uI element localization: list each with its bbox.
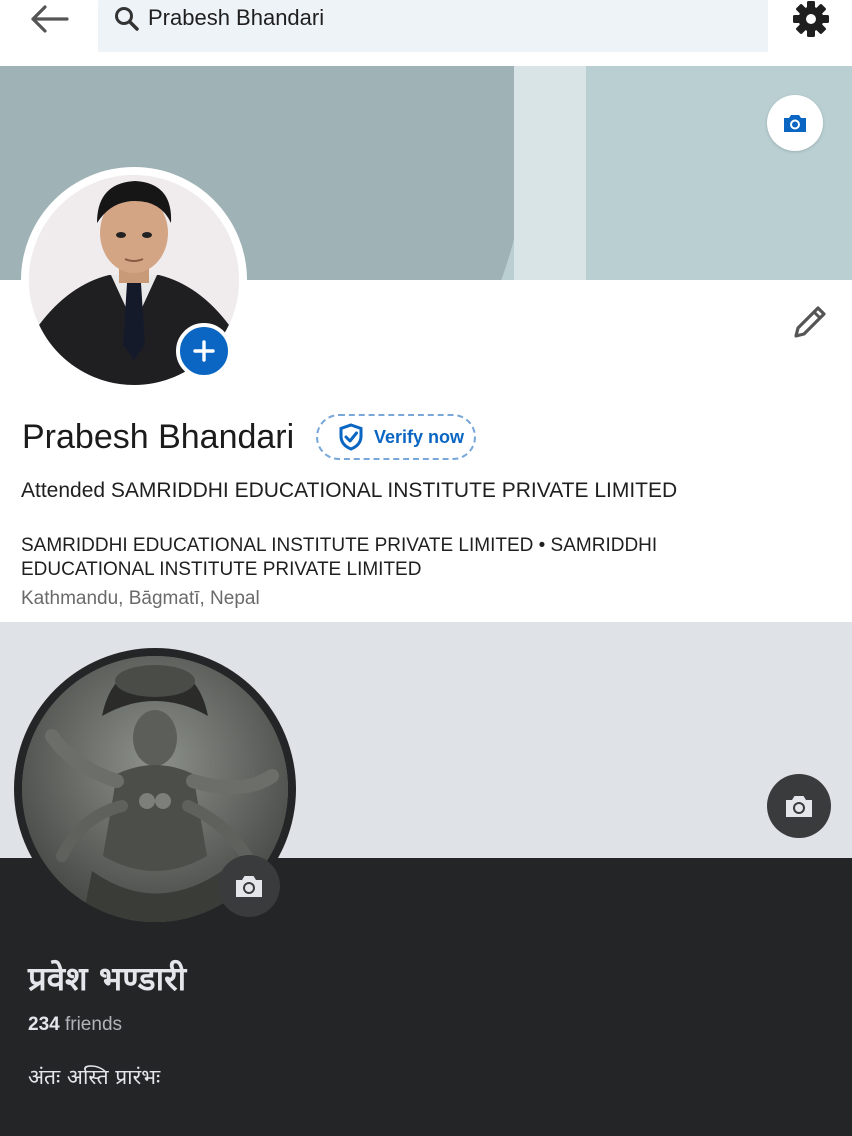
fb-friends-count[interactable]: 234 friends — [28, 1014, 122, 1036]
plus-icon — [193, 340, 215, 362]
friends-count-number: 234 — [28, 1014, 60, 1035]
camera-icon — [784, 115, 806, 132]
shield-check-icon — [339, 423, 363, 451]
profile-location: Kathmandu, Bāgmatī, Nepal — [21, 588, 260, 609]
search-bar[interactable]: Prabesh Bhandari — [98, 0, 768, 52]
edit-cover-button[interactable] — [767, 95, 823, 151]
search-icon — [115, 7, 139, 31]
fb-profile-name: प्रवेश भण्डारी — [28, 959, 187, 998]
back-button[interactable] — [22, 0, 76, 38]
search-query[interactable]: Prabesh Bhandari — [148, 5, 324, 31]
profile-headline: Attended SAMRIDDHI EDUCATIONAL INSTITUTE… — [21, 479, 678, 502]
fb-edit-profile-photo-button[interactable] — [218, 855, 280, 917]
top-app-bar: Prabesh Bhandari — [0, 0, 852, 66]
friends-count-label: friends — [64, 1014, 123, 1035]
cover-stripe — [514, 66, 586, 280]
camera-icon — [236, 876, 262, 897]
camera-icon — [786, 796, 812, 817]
fb-profile-bio: अंतः अस्ति प्रारंभः — [28, 1065, 161, 1089]
verify-now-button[interactable]: Verify now — [316, 414, 476, 460]
pencil-icon[interactable] — [788, 300, 832, 344]
fb-edit-cover-button[interactable] — [767, 774, 831, 838]
gear-icon[interactable] — [790, 0, 832, 40]
profile-name: Prabesh Bhandari — [22, 418, 295, 456]
profile-education[interactable]: SAMRIDDHI EDUCATIONAL INSTITUTE PRIVATE … — [21, 534, 741, 582]
add-photo-button[interactable] — [176, 323, 232, 379]
arrow-left-icon — [31, 5, 69, 33]
verify-now-label: Verify now — [374, 426, 465, 447]
